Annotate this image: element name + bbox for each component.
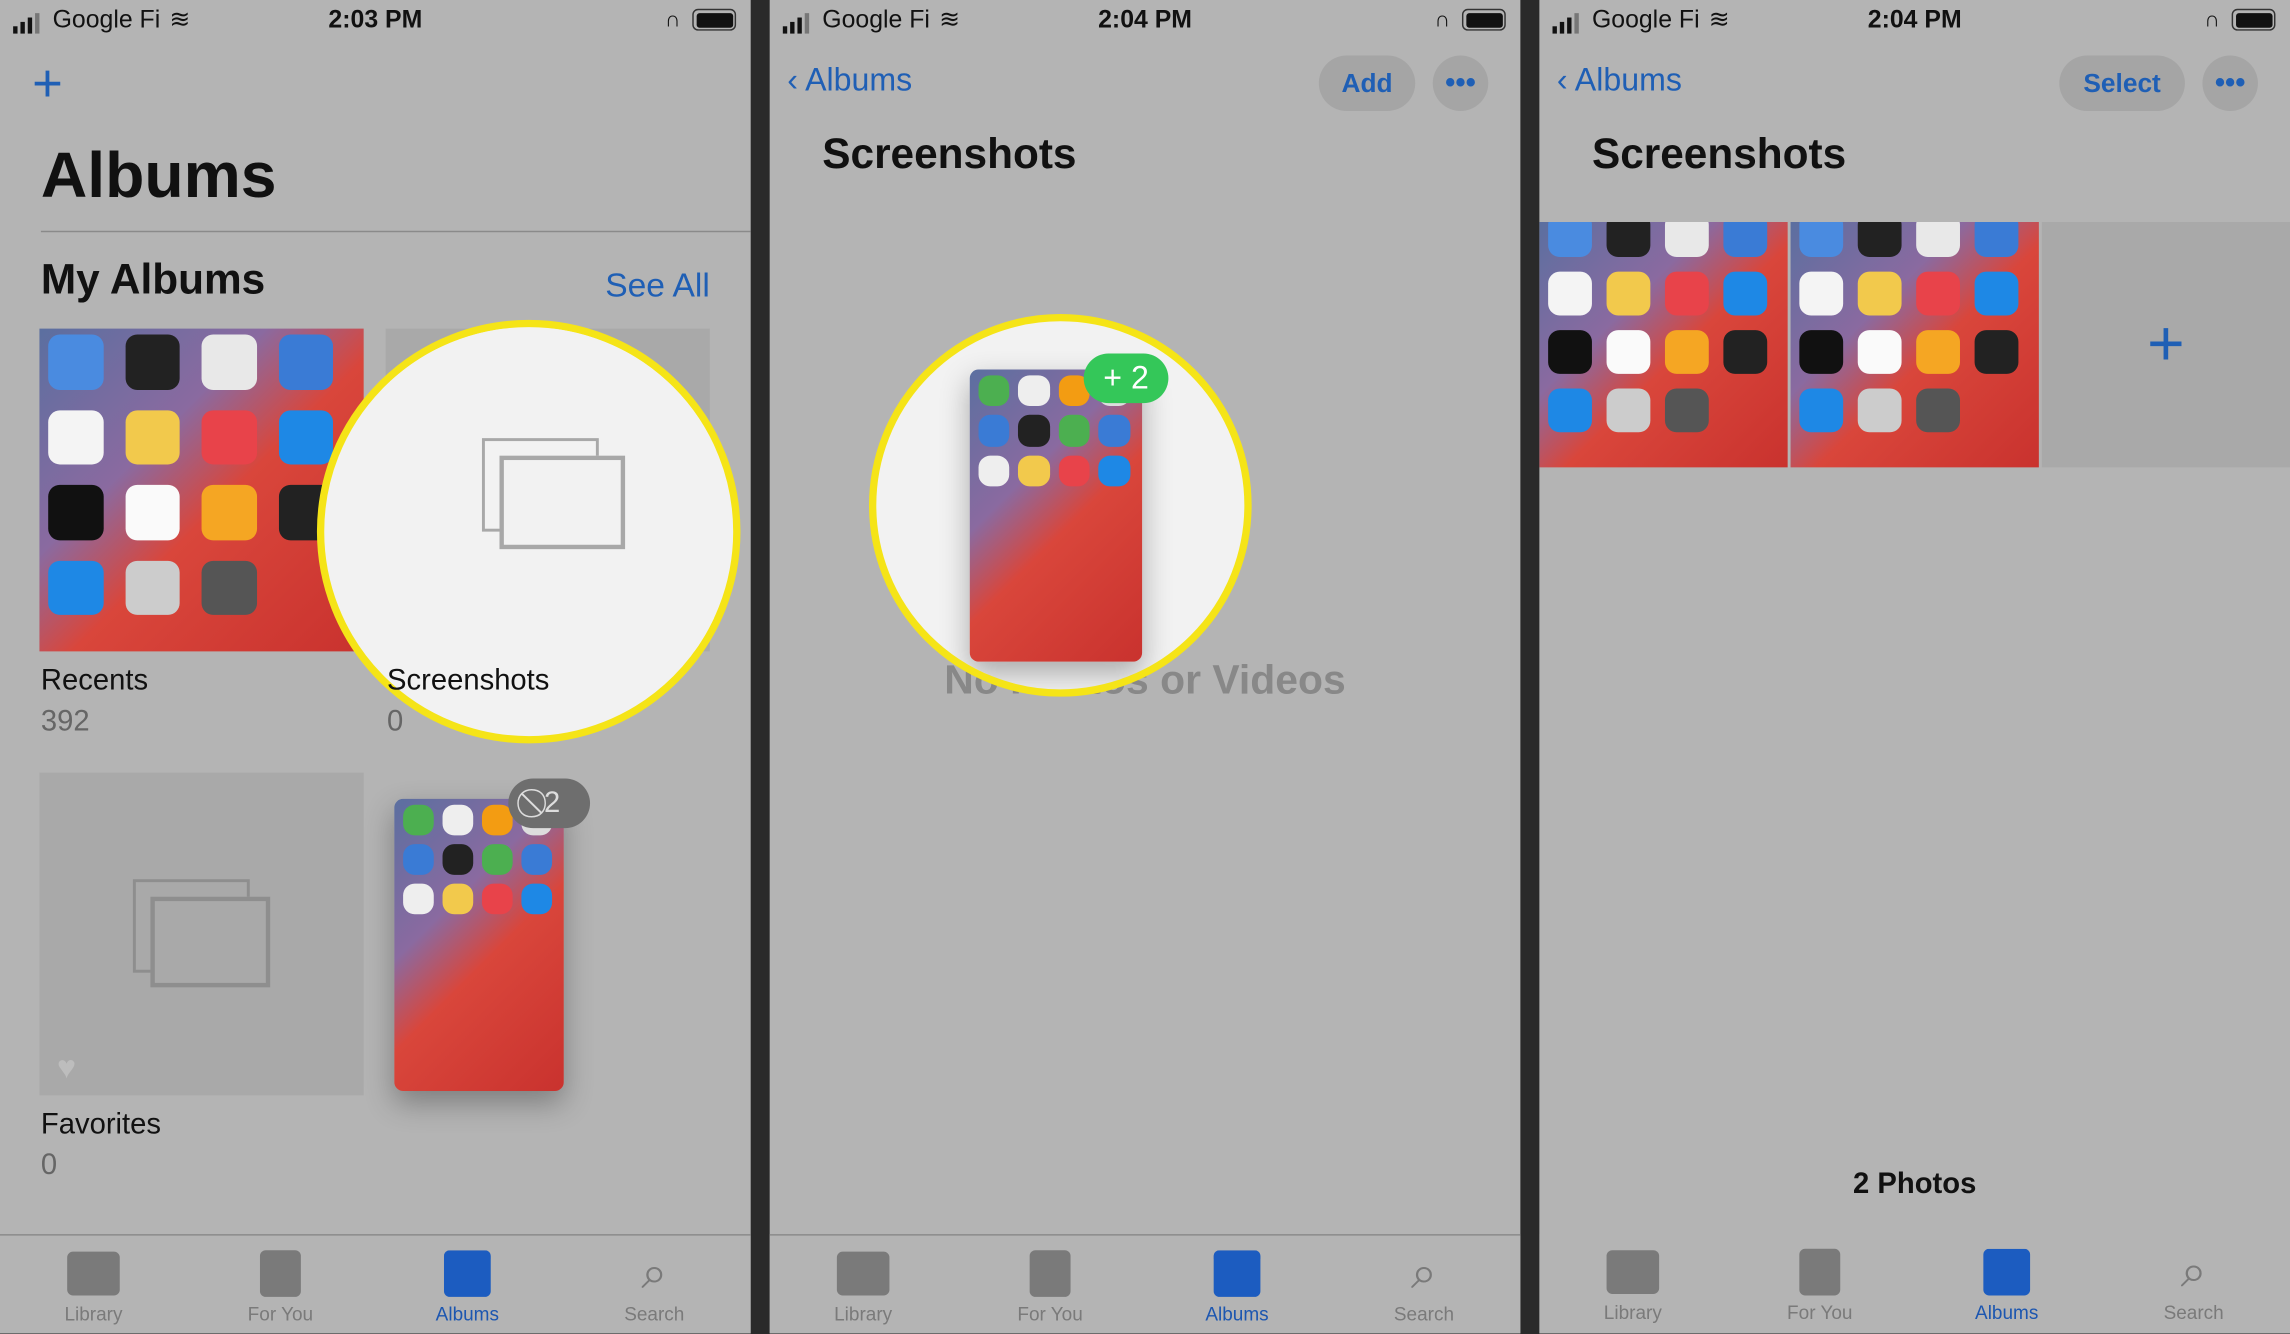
album-count: 0 <box>40 1149 58 1182</box>
photo-library-icon <box>1567 1243 1698 1301</box>
tab-library[interactable]: Library <box>1567 1243 1698 1323</box>
for-you-icon <box>984 1244 1115 1302</box>
album-count: 392 <box>40 705 90 738</box>
back-button[interactable]: ‹ Albums <box>787 61 912 99</box>
tab-library[interactable]: Library <box>797 1244 928 1325</box>
tab-bar: Library For You Albums ⌕ Search <box>1539 1234 2290 1334</box>
tab-search[interactable]: ⌕ Search <box>2128 1243 2259 1323</box>
divider <box>40 230 751 233</box>
album-favorites-thumbnail[interactable]: ♥ <box>39 772 364 1096</box>
clock: 2:04 PM <box>1098 5 1192 34</box>
panel-albums: Google Fi ≋ 2:03 PM ∩ + Albums My Albums… <box>0 0 751 1334</box>
headphones-icon: ∩ <box>664 7 681 33</box>
tab-label: Albums <box>1975 1301 2039 1324</box>
more-button[interactable]: ••• <box>1432 55 1489 111</box>
tab-bar: Library For You Albums ⌕ Search <box>0 1234 751 1334</box>
heart-icon: ♥ <box>56 1048 77 1086</box>
headphones-icon: ∩ <box>1434 7 1451 33</box>
tab-library[interactable]: Library <box>28 1244 159 1325</box>
search-icon: ⌕ <box>1410 1245 1438 1299</box>
tab-albums[interactable]: Albums <box>402 1244 533 1325</box>
album-name: Recents <box>40 664 149 697</box>
tab-label: For You <box>247 1302 314 1325</box>
tab-label: Library <box>1603 1301 1662 1324</box>
back-button[interactable]: ‹ Albums <box>1557 61 1682 99</box>
see-all-link[interactable]: See All <box>605 266 710 305</box>
tab-bar: Library For You Albums ⌕ Search <box>769 1234 1521 1334</box>
highlight-circle: + 2 <box>868 314 1252 697</box>
albums-icon <box>402 1244 533 1302</box>
tab-label: Albums <box>1205 1302 1269 1325</box>
tab-label: Search <box>624 1302 685 1325</box>
tab-for-you[interactable]: For You <box>215 1244 346 1325</box>
status-bar: Google Fi ≋ 2:03 PM ∩ <box>0 6 751 38</box>
tab-label: Search <box>1393 1302 1455 1325</box>
ellipsis-icon: ••• <box>1445 66 1476 99</box>
plus-icon: + <box>2147 308 2185 380</box>
search-icon: ⌕ <box>2180 1244 2207 1297</box>
select-button[interactable]: Select <box>2059 55 2185 111</box>
page-title: Albums <box>40 140 277 212</box>
battery-icon <box>692 8 737 31</box>
page-title: Screenshots <box>1591 131 1847 179</box>
for-you-icon <box>215 1244 346 1302</box>
dragged-screenshots[interactable] <box>394 798 564 1091</box>
more-button[interactable]: ••• <box>2202 55 2258 111</box>
drag-add-badge: + 2 <box>1083 353 1169 404</box>
headphones-icon: ∩ <box>2204 7 2220 33</box>
tab-label: For You <box>1787 1301 1853 1324</box>
albums-icon <box>1171 1244 1302 1302</box>
add-album-button[interactable]: + <box>32 53 63 114</box>
back-label: Albums <box>1574 61 1682 98</box>
tab-albums[interactable]: Albums <box>1171 1244 1302 1325</box>
photo-thumbnail[interactable] <box>1539 221 1788 468</box>
battery-icon <box>1461 8 1506 31</box>
chevron-left-icon: ‹ <box>1556 61 1568 98</box>
ellipsis-icon: ••• <box>2214 66 2246 99</box>
status-bar: Google Fi ≋ 2:04 PM ∩ <box>770 6 1521 38</box>
badge-count: 2 <box>543 786 561 819</box>
tab-label: Library <box>834 1302 893 1325</box>
tab-search[interactable]: ⌕ Search <box>1358 1244 1489 1325</box>
photo-library-icon <box>797 1244 928 1302</box>
albums-icon <box>1941 1243 2072 1301</box>
chevron-left-icon: ‹ <box>787 61 798 98</box>
tab-label: Search <box>2163 1301 2224 1324</box>
for-you-icon <box>1754 1243 1885 1301</box>
status-bar: Google Fi ≋ 2:04 PM ∩ <box>1539 6 2290 38</box>
photo-thumbnail[interactable] <box>1790 221 2039 468</box>
tab-for-you[interactable]: For You <box>984 1244 1115 1325</box>
clock: 2:04 PM <box>1867 5 1962 34</box>
tab-search[interactable]: ⌕ Search <box>589 1244 720 1325</box>
album-name: Favorites <box>40 1108 162 1141</box>
clock: 2:03 PM <box>328 5 423 34</box>
section-title: My Albums <box>40 257 266 304</box>
album-name: Screenshots <box>387 664 550 697</box>
add-photos-button[interactable]: + <box>2041 221 2290 468</box>
panel-screenshots-filled: Google Fi ≋ 2:04 PM ∩ ‹ Albums Select ••… <box>1539 0 2290 1334</box>
tab-for-you[interactable]: For You <box>1754 1243 1885 1323</box>
tab-albums[interactable]: Albums <box>1941 1243 2072 1323</box>
search-icon: ⌕ <box>641 1245 668 1299</box>
photo-count: 2 Photos <box>1853 1168 1977 1201</box>
battery-icon <box>2231 8 2276 31</box>
panel-screenshots-empty: Google Fi ≋ 2:04 PM ∩ ‹ Albums Add ••• S… <box>769 0 1521 1334</box>
add-button[interactable]: Add <box>1318 55 1416 111</box>
tab-label: Albums <box>435 1302 500 1325</box>
album-recents-thumbnail[interactable] <box>39 328 364 652</box>
tab-label: For You <box>1017 1302 1083 1325</box>
page-title: Screenshots <box>822 131 1077 179</box>
tab-label: Library <box>64 1302 123 1325</box>
photo-library-icon <box>28 1244 159 1302</box>
drag-count-badge: ⃠2 <box>508 778 591 829</box>
album-count: 0 <box>387 705 404 738</box>
back-label: Albums <box>805 61 913 98</box>
